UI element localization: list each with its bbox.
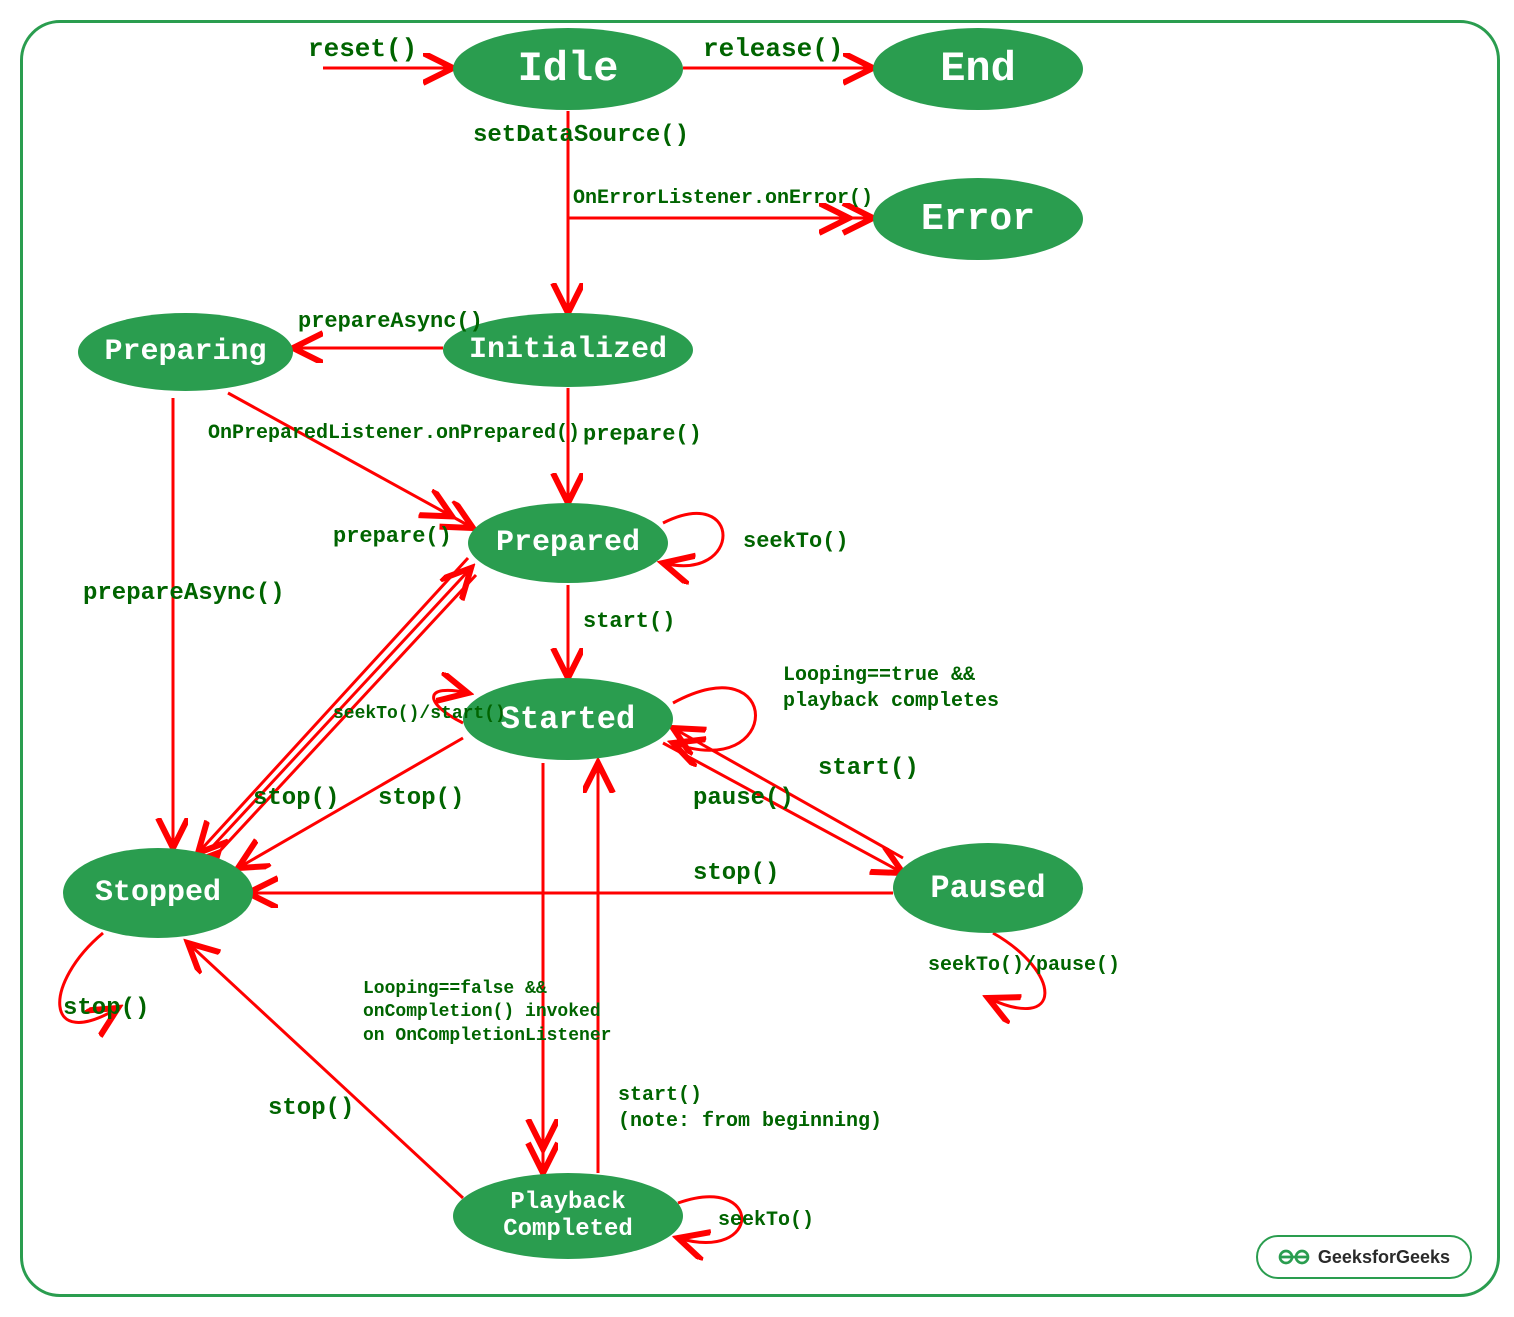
label-pause: pause() [693,783,794,814]
label-start-from-paused: start() [818,753,919,784]
state-playback-completed: Playback Completed [453,1173,683,1259]
state-prepared: Prepared [468,503,668,583]
state-stopped: Stopped [63,848,253,938]
state-error: Error [873,178,1083,260]
geeksforgeeks-icon [1278,1245,1310,1269]
label-prepare2: prepare() [333,523,452,552]
state-preparing: Preparing [78,313,293,391]
label-seektostart: seekTo()/start() [333,703,506,726]
label-start1: start() [583,608,675,637]
label-stop1: stop() [253,783,339,814]
label-stop-from-paused: stop() [693,858,779,889]
label-stop-self: stop() [63,993,149,1024]
label-seekto-completed: seekTo() [718,1208,814,1234]
label-setdatasource: setDataSource() [473,120,689,151]
state-end: End [873,28,1083,110]
state-paused: Paused [893,843,1083,933]
state-diagram: Idle End Error Initialized Preparing Pre… [20,20,1500,1297]
watermark: GeeksforGeeks [1256,1235,1472,1279]
label-release: release() [703,33,843,67]
label-prepare1: prepare() [583,421,702,450]
label-seekto-prepared: seekTo() [743,528,849,557]
label-reset: reset() [308,33,417,67]
label-loopingtrue: Looping==true && playback completes [783,663,999,715]
label-stop-from-completed: stop() [268,1093,354,1124]
state-idle: Idle [453,28,683,110]
watermark-text: GeeksforGeeks [1318,1247,1450,1268]
label-prepareasync2: prepareAsync() [83,578,285,609]
label-onprepared: OnPreparedListener.onPrepared() [208,421,580,447]
label-onerror: OnErrorListener.onError() [573,186,873,212]
label-prepareasync1: prepareAsync() [298,308,483,337]
label-loopingfalse: Looping==false && onCompletion() invoked… [363,978,611,1048]
label-seekto-pause: seekTo()/pause() [928,953,1120,979]
label-stop2: stop() [378,783,464,814]
label-start-from-completed: start() (note: from beginning) [618,1083,882,1135]
